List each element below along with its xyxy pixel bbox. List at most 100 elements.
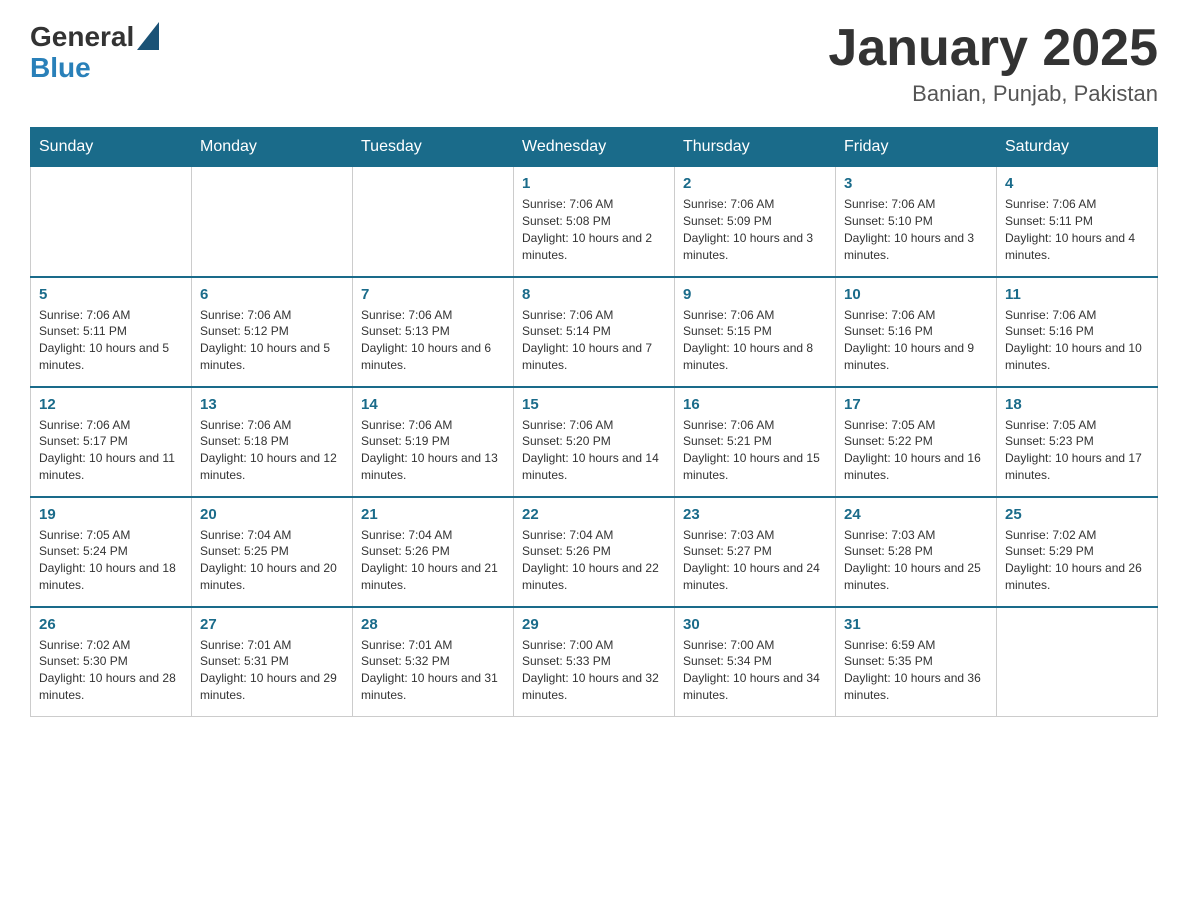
table-cell: 2 Sunrise: 7:06 AM Sunset: 5:09 PM Daylig… bbox=[675, 167, 836, 277]
day-info: Sunrise: 7:05 AM Sunset: 5:24 PM Dayligh… bbox=[39, 527, 183, 594]
day-info: Sunrise: 7:01 AM Sunset: 5:32 PM Dayligh… bbox=[361, 637, 505, 704]
table-cell: 14 Sunrise: 7:06 AM Sunset: 5:19 PM Dayli… bbox=[353, 387, 514, 497]
day-number: 5 bbox=[39, 286, 183, 303]
day-number: 14 bbox=[361, 396, 505, 413]
page-header: General Blue January 2025 Banian, Punjab… bbox=[30, 20, 1158, 107]
calendar-week-3: 12 Sunrise: 7:06 AM Sunset: 5:17 PM Dayli… bbox=[31, 387, 1158, 497]
day-info: Sunrise: 7:06 AM Sunset: 5:12 PM Dayligh… bbox=[200, 307, 344, 374]
table-cell: 20 Sunrise: 7:04 AM Sunset: 5:25 PM Dayli… bbox=[192, 497, 353, 607]
day-number: 31 bbox=[844, 616, 988, 633]
table-cell: 11 Sunrise: 7:06 AM Sunset: 5:16 PM Dayli… bbox=[997, 277, 1158, 387]
day-info: Sunrise: 7:05 AM Sunset: 5:23 PM Dayligh… bbox=[1005, 417, 1149, 484]
day-info: Sunrise: 7:06 AM Sunset: 5:19 PM Dayligh… bbox=[361, 417, 505, 484]
day-info: Sunrise: 7:06 AM Sunset: 5:15 PM Dayligh… bbox=[683, 307, 827, 374]
col-tuesday: Tuesday bbox=[353, 128, 514, 167]
day-number: 12 bbox=[39, 396, 183, 413]
table-cell: 17Sunrise: 7:05 AM Sunset: 5:22 PM Dayli… bbox=[836, 387, 997, 497]
day-info: Sunrise: 7:01 AM Sunset: 5:31 PM Dayligh… bbox=[200, 637, 344, 704]
col-saturday: Saturday bbox=[997, 128, 1158, 167]
calendar-week-2: 5 Sunrise: 7:06 AM Sunset: 5:11 PM Daylig… bbox=[31, 277, 1158, 387]
title-section: January 2025 Banian, Punjab, Pakistan bbox=[828, 20, 1158, 107]
day-info: Sunrise: 7:06 AM Sunset: 5:08 PM Dayligh… bbox=[522, 196, 666, 263]
day-info: Sunrise: 7:06 AM Sunset: 5:13 PM Dayligh… bbox=[361, 307, 505, 374]
logo-general-text: General bbox=[30, 23, 134, 51]
day-number: 2 bbox=[683, 175, 827, 192]
table-cell bbox=[997, 607, 1158, 717]
calendar-table: Sunday Monday Tuesday Wednesday Thursday… bbox=[30, 127, 1158, 717]
day-number: 22 bbox=[522, 506, 666, 523]
table-cell: 18 Sunrise: 7:05 AM Sunset: 5:23 PM Dayli… bbox=[997, 387, 1158, 497]
day-info: Sunrise: 7:06 AM Sunset: 5:21 PM Dayligh… bbox=[683, 417, 827, 484]
day-number: 10 bbox=[844, 286, 988, 303]
day-info: Sunrise: 7:03 AM Sunset: 5:28 PM Dayligh… bbox=[844, 527, 988, 594]
logo-blue-text: Blue bbox=[30, 54, 159, 82]
day-number: 18 bbox=[1005, 396, 1149, 413]
table-cell: 13 Sunrise: 7:06 AM Sunset: 5:18 PM Dayli… bbox=[192, 387, 353, 497]
table-cell: 16 Sunrise: 7:06 AM Sunset: 5:21 PM Dayli… bbox=[675, 387, 836, 497]
table-cell: 15Sunrise: 7:06 AM Sunset: 5:20 PM Dayli… bbox=[514, 387, 675, 497]
day-number: 19 bbox=[39, 506, 183, 523]
day-info: Sunrise: 7:02 AM Sunset: 5:30 PM Dayligh… bbox=[39, 637, 183, 704]
day-number: 29 bbox=[522, 616, 666, 633]
table-cell: 26 Sunrise: 7:02 AM Sunset: 5:30 PM Dayli… bbox=[31, 607, 192, 717]
calendar-header-row: Sunday Monday Tuesday Wednesday Thursday… bbox=[31, 128, 1158, 167]
table-cell: 21Sunrise: 7:04 AM Sunset: 5:26 PM Dayli… bbox=[353, 497, 514, 607]
table-cell: 31 Sunrise: 6:59 AM Sunset: 5:35 PM Dayli… bbox=[836, 607, 997, 717]
calendar-subtitle: Banian, Punjab, Pakistan bbox=[828, 81, 1158, 107]
day-info: Sunrise: 7:06 AM Sunset: 5:09 PM Dayligh… bbox=[683, 196, 827, 263]
table-cell bbox=[192, 167, 353, 277]
day-info: Sunrise: 7:06 AM Sunset: 5:20 PM Dayligh… bbox=[522, 417, 666, 484]
day-number: 17 bbox=[844, 396, 988, 413]
calendar-title: January 2025 bbox=[828, 20, 1158, 77]
table-cell: 12 Sunrise: 7:06 AM Sunset: 5:17 PM Dayli… bbox=[31, 387, 192, 497]
day-info: Sunrise: 7:06 AM Sunset: 5:18 PM Dayligh… bbox=[200, 417, 344, 484]
day-info: Sunrise: 7:06 AM Sunset: 5:10 PM Dayligh… bbox=[844, 196, 988, 263]
day-number: 23 bbox=[683, 506, 827, 523]
table-cell: 19 Sunrise: 7:05 AM Sunset: 5:24 PM Dayli… bbox=[31, 497, 192, 607]
calendar-week-1: 1Sunrise: 7:06 AM Sunset: 5:08 PM Daylig… bbox=[31, 167, 1158, 277]
day-number: 26 bbox=[39, 616, 183, 633]
day-number: 9 bbox=[683, 286, 827, 303]
day-number: 30 bbox=[683, 616, 827, 633]
day-info: Sunrise: 7:06 AM Sunset: 5:17 PM Dayligh… bbox=[39, 417, 183, 484]
table-cell: 3Sunrise: 7:06 AM Sunset: 5:10 PM Daylig… bbox=[836, 167, 997, 277]
day-info: Sunrise: 7:06 AM Sunset: 5:11 PM Dayligh… bbox=[39, 307, 183, 374]
table-cell: 4 Sunrise: 7:06 AM Sunset: 5:11 PM Daylig… bbox=[997, 167, 1158, 277]
col-sunday: Sunday bbox=[31, 128, 192, 167]
day-number: 28 bbox=[361, 616, 505, 633]
table-cell: 7 Sunrise: 7:06 AM Sunset: 5:13 PM Daylig… bbox=[353, 277, 514, 387]
day-info: Sunrise: 7:04 AM Sunset: 5:25 PM Dayligh… bbox=[200, 527, 344, 594]
day-info: Sunrise: 7:00 AM Sunset: 5:33 PM Dayligh… bbox=[522, 637, 666, 704]
day-number: 7 bbox=[361, 286, 505, 303]
calendar-week-5: 26 Sunrise: 7:02 AM Sunset: 5:30 PM Dayli… bbox=[31, 607, 1158, 717]
col-monday: Monday bbox=[192, 128, 353, 167]
table-cell: 24 Sunrise: 7:03 AM Sunset: 5:28 PM Dayli… bbox=[836, 497, 997, 607]
day-info: Sunrise: 7:06 AM Sunset: 5:11 PM Dayligh… bbox=[1005, 196, 1149, 263]
table-cell: 25 Sunrise: 7:02 AM Sunset: 5:29 PM Dayli… bbox=[997, 497, 1158, 607]
table-cell: 6Sunrise: 7:06 AM Sunset: 5:12 PM Daylig… bbox=[192, 277, 353, 387]
day-info: Sunrise: 7:06 AM Sunset: 5:16 PM Dayligh… bbox=[1005, 307, 1149, 374]
day-number: 13 bbox=[200, 396, 344, 413]
table-cell: 27Sunrise: 7:01 AM Sunset: 5:31 PM Dayli… bbox=[192, 607, 353, 717]
day-info: Sunrise: 7:04 AM Sunset: 5:26 PM Dayligh… bbox=[522, 527, 666, 594]
table-cell: 29 Sunrise: 7:00 AM Sunset: 5:33 PM Dayli… bbox=[514, 607, 675, 717]
day-info: Sunrise: 7:06 AM Sunset: 5:16 PM Dayligh… bbox=[844, 307, 988, 374]
table-cell: 8 Sunrise: 7:06 AM Sunset: 5:14 PM Daylig… bbox=[514, 277, 675, 387]
table-cell: 22 Sunrise: 7:04 AM Sunset: 5:26 PM Dayli… bbox=[514, 497, 675, 607]
day-info: Sunrise: 6:59 AM Sunset: 5:35 PM Dayligh… bbox=[844, 637, 988, 704]
table-cell: 5 Sunrise: 7:06 AM Sunset: 5:11 PM Daylig… bbox=[31, 277, 192, 387]
day-number: 25 bbox=[1005, 506, 1149, 523]
day-number: 8 bbox=[522, 286, 666, 303]
day-info: Sunrise: 7:02 AM Sunset: 5:29 PM Dayligh… bbox=[1005, 527, 1149, 594]
day-number: 24 bbox=[844, 506, 988, 523]
table-cell bbox=[31, 167, 192, 277]
day-number: 20 bbox=[200, 506, 344, 523]
day-number: 16 bbox=[683, 396, 827, 413]
day-number: 4 bbox=[1005, 175, 1149, 192]
table-cell: 28 Sunrise: 7:01 AM Sunset: 5:32 PM Dayli… bbox=[353, 607, 514, 717]
day-number: 11 bbox=[1005, 286, 1149, 303]
day-info: Sunrise: 7:00 AM Sunset: 5:34 PM Dayligh… bbox=[683, 637, 827, 704]
logo-triangle-icon bbox=[137, 22, 159, 50]
table-cell: 9 Sunrise: 7:06 AM Sunset: 5:15 PM Daylig… bbox=[675, 277, 836, 387]
day-info: Sunrise: 7:06 AM Sunset: 5:14 PM Dayligh… bbox=[522, 307, 666, 374]
